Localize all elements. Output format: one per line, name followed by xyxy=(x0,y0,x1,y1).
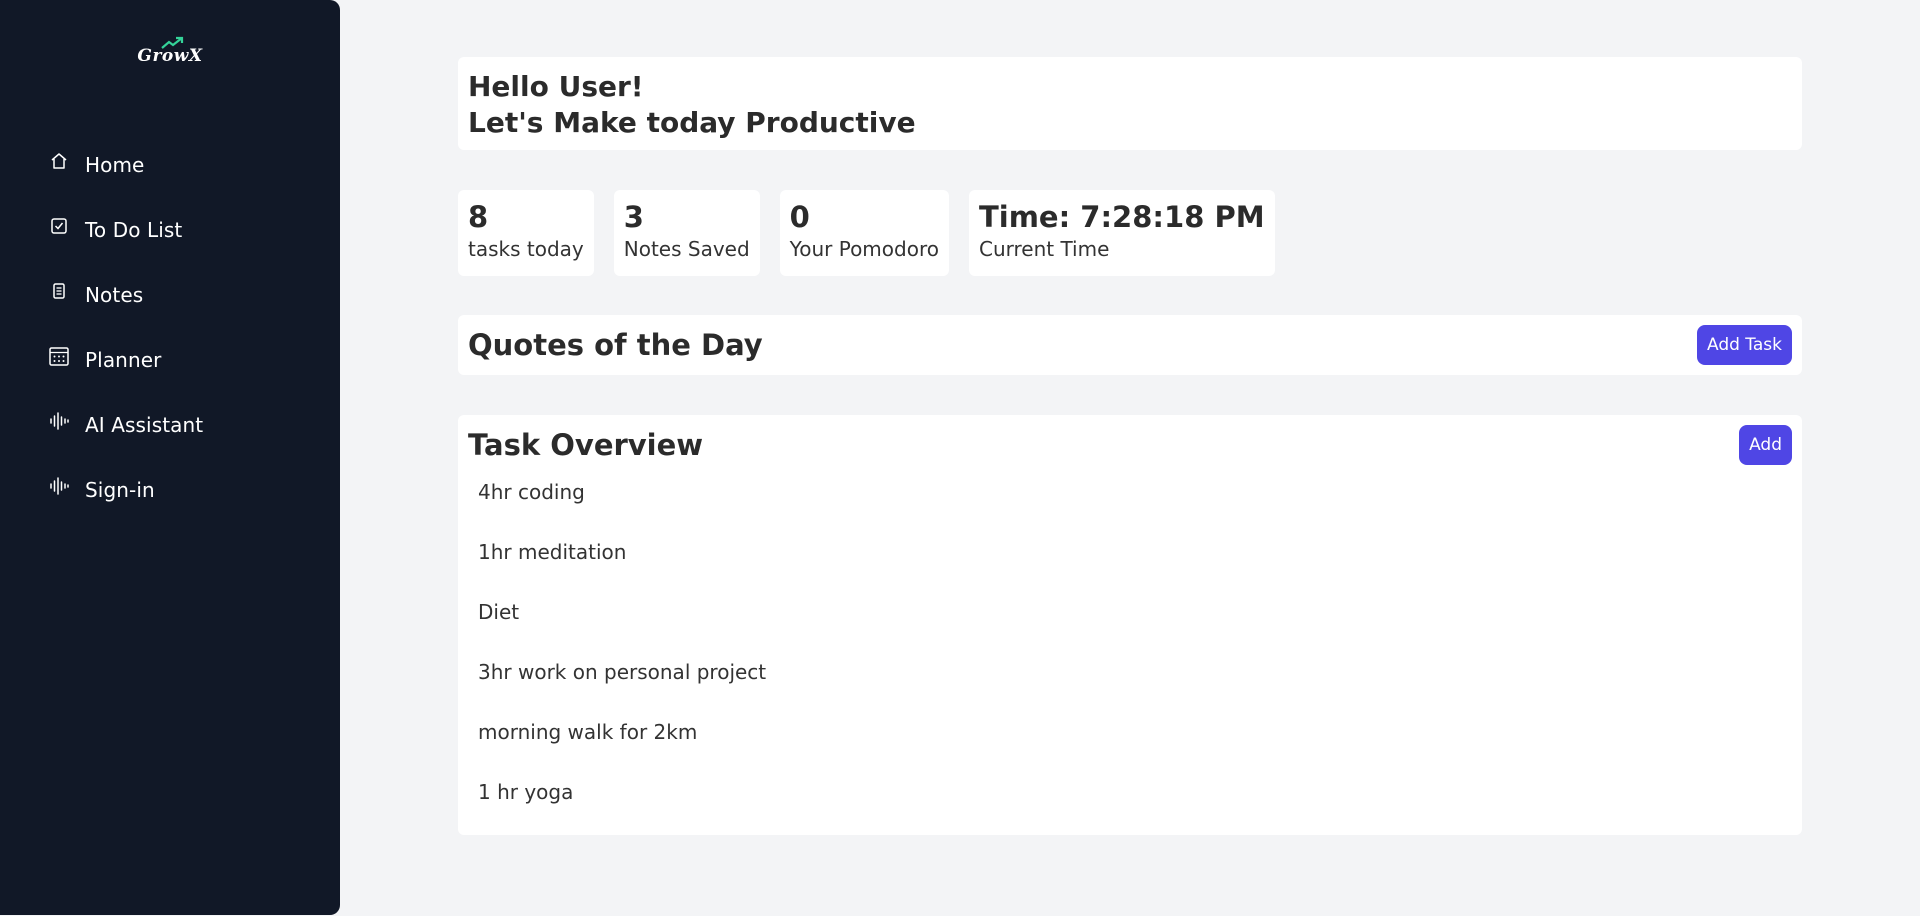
sidebar-item-home[interactable]: Home xyxy=(48,132,203,197)
task-item[interactable]: morning walk for 2km xyxy=(478,717,1792,777)
trend-arrow-icon xyxy=(161,36,184,49)
stat-value: 3 xyxy=(623,200,644,234)
sidebar-item-ai-assistant[interactable]: AI Assistant xyxy=(48,392,203,457)
stat-pomodoro: 0 Your Pomodoro xyxy=(779,190,949,276)
brand-logo[interactable]: GrowX xyxy=(137,36,202,66)
notes-icon xyxy=(48,280,70,302)
add-task-button[interactable]: Add Task xyxy=(1696,325,1792,365)
stats-row: 8 tasks today 3 Notes Saved 0 Your Pomod… xyxy=(458,190,1802,276)
brand: GrowX xyxy=(0,36,340,66)
sidebar-item-label: Sign-in xyxy=(85,477,155,502)
task-item[interactable]: 1 hr yoga xyxy=(478,777,1792,837)
stat-notes-saved: 3 Notes Saved xyxy=(613,190,760,276)
sidebar-item-todo[interactable]: To Do List xyxy=(48,197,203,262)
stat-value: Time: 7:28:18 PM xyxy=(978,200,1265,234)
greeting-subtitle: Let's Make today Productive xyxy=(468,106,916,139)
checkbox-icon xyxy=(48,215,70,237)
stat-label: Current Time xyxy=(978,237,1110,261)
stat-current-time: Time: 7:28:18 PM Current Time xyxy=(968,190,1275,276)
calendar-icon xyxy=(48,345,70,367)
home-icon xyxy=(48,150,70,172)
task-overview-title: Task Overview xyxy=(468,428,704,462)
sidebar-item-label: Notes xyxy=(85,282,144,307)
sidebar-item-planner[interactable]: Planner xyxy=(48,327,203,392)
sidebar-item-label: Home xyxy=(85,152,145,177)
stat-tasks-today: 8 tasks today xyxy=(458,190,594,276)
stat-label: Notes Saved xyxy=(623,237,750,261)
task-item[interactable]: 4hr coding xyxy=(478,477,1792,537)
sidebar-item-label: AI Assistant xyxy=(85,412,204,437)
task-item[interactable]: 3hr work on personal project xyxy=(478,657,1792,717)
sidebar-item-label: To Do List xyxy=(85,217,183,242)
quotes-card: Quotes of the Day Add Task xyxy=(458,315,1802,375)
sidebar-nav: Home To Do List Notes Planner AI Assista… xyxy=(48,132,203,522)
task-list: 4hr coding 1hr meditation Diet 3hr work … xyxy=(468,477,1792,837)
quotes-title: Quotes of the Day xyxy=(468,328,763,362)
waveform-icon xyxy=(48,410,70,432)
waveform-icon xyxy=(48,475,70,497)
greeting-title: Hello User! xyxy=(468,70,644,103)
stat-label: Your Pomodoro xyxy=(789,237,939,261)
sidebar-item-sign-in[interactable]: Sign-in xyxy=(48,457,203,522)
sidebar-item-label: Planner xyxy=(85,347,162,372)
greeting-card: Hello User! Let's Make today Productive xyxy=(458,57,1802,150)
task-overview-header: Task Overview Add xyxy=(468,425,1792,465)
app-root: GrowX Home To Do List Notes Planner AI A… xyxy=(0,0,1920,916)
add-button[interactable]: Add xyxy=(1739,425,1792,465)
stat-value: 8 xyxy=(468,200,489,234)
task-item[interactable]: 1hr meditation xyxy=(478,537,1792,597)
stat-label: tasks today xyxy=(468,237,584,261)
task-overview-card: Task Overview Add 4hr coding 1hr meditat… xyxy=(458,415,1802,835)
sidebar: GrowX Home To Do List Notes Planner AI A… xyxy=(0,0,340,915)
sidebar-item-notes[interactable]: Notes xyxy=(48,262,203,327)
task-item[interactable]: Diet xyxy=(478,597,1792,657)
stat-value: 0 xyxy=(789,200,810,234)
main-content: Hello User! Let's Make today Productive … xyxy=(458,57,1802,835)
